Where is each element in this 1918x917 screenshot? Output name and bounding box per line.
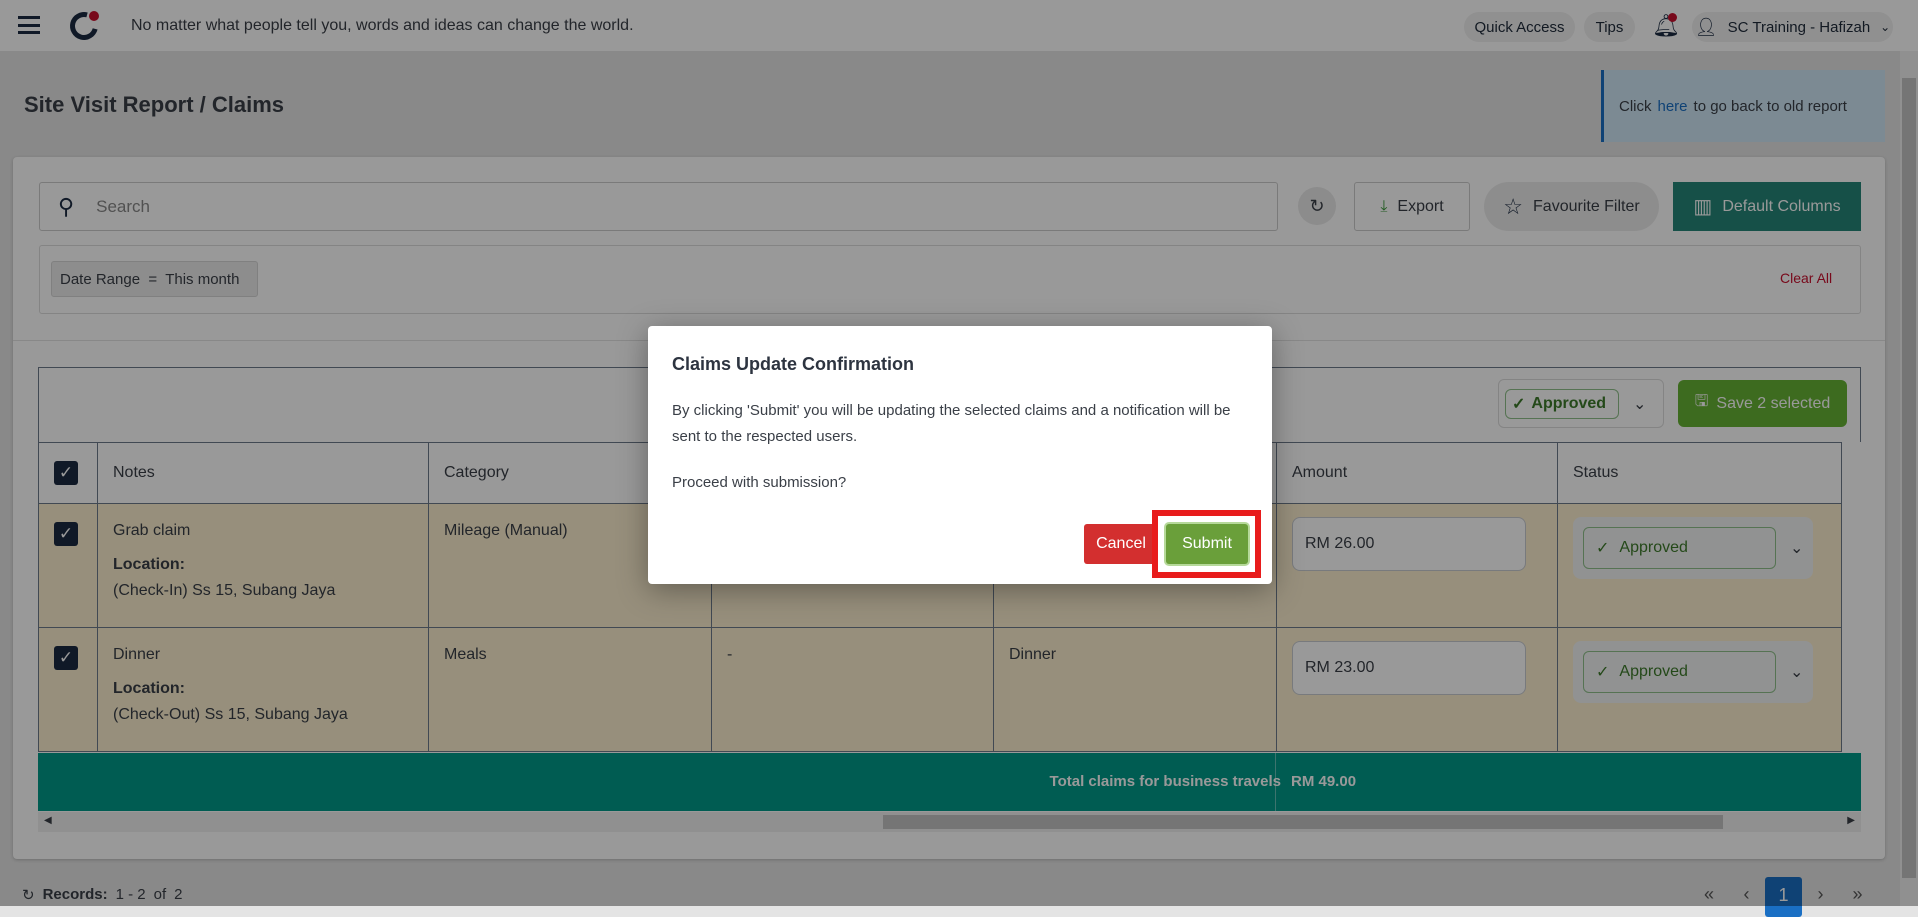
cancel-button[interactable]: Cancel (1084, 524, 1158, 564)
claims-update-confirmation-dialog: Claims Update Confirmation By clicking '… (648, 326, 1272, 584)
dialog-title: Claims Update Confirmation (672, 354, 915, 374)
dialog-question: Proceed with submission? (672, 474, 847, 491)
dialog-body: By clicking 'Submit' you will be updatin… (672, 402, 1231, 445)
submit-button[interactable]: Submit (1166, 524, 1248, 564)
